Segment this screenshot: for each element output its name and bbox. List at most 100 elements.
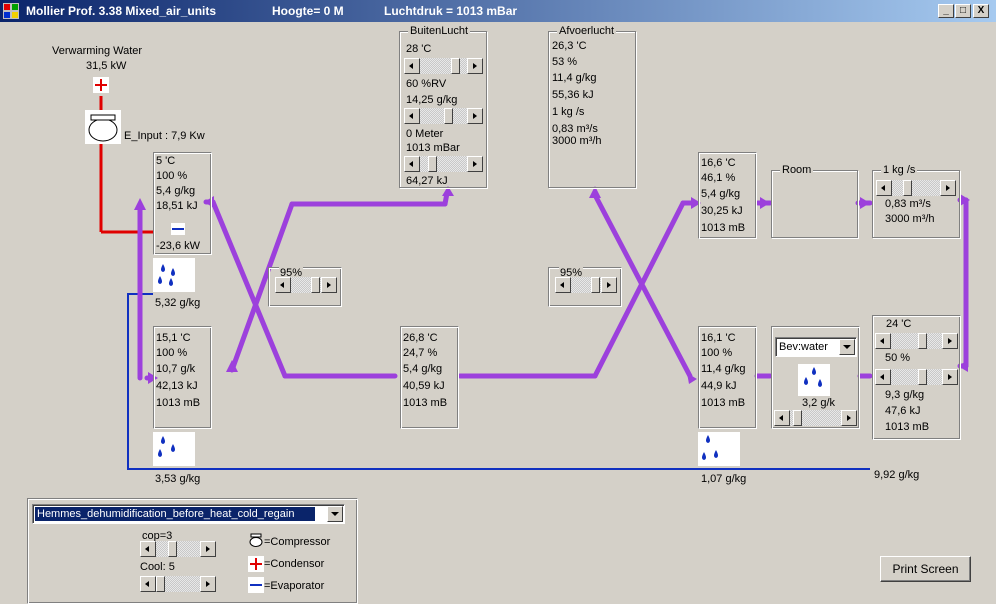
- hrx-right-slider[interactable]: [555, 277, 617, 293]
- cooler-temp: 5 'C: [156, 155, 176, 167]
- flow-slider[interactable]: [876, 180, 956, 196]
- flow-m3s: 0,83 m³/s: [885, 198, 931, 210]
- exhaust-x: 11,4 g/kg: [552, 72, 597, 84]
- scenario-select-value: Hemmes_dehumidification_before_heat_cold…: [35, 507, 315, 521]
- mid-h: 40,59 kJ: [403, 380, 445, 392]
- outside-pressure: 1013 mBar: [406, 142, 460, 154]
- hrx-left-box: 95%: [268, 267, 342, 307]
- scenario-select[interactable]: Hemmes_dehumidification_before_heat_cold…: [32, 504, 345, 524]
- exhaust-flow-kg: 1 kg /s: [552, 106, 585, 118]
- cool-label: Cool: 5: [140, 561, 175, 573]
- exhaust-hx-temp: 16,1 'C: [701, 332, 736, 344]
- mid-rh: 24,7 %: [403, 347, 438, 359]
- exhaust-hx-rh: 100 %: [701, 347, 733, 359]
- water-lines: [127, 293, 870, 470]
- exhaust-hx-box: 16,1 'C 100 % 11,4 g/kg 44,9 kJ 1013 mB: [698, 326, 757, 429]
- humidifier-select[interactable]: Bev:water: [775, 337, 857, 357]
- heating-title: Verwarming Water: [52, 45, 143, 57]
- outside-rh: 60 %RV: [406, 78, 447, 90]
- water-drops-icon: [153, 258, 195, 292]
- condensor-icon: [248, 556, 264, 572]
- exhaust-air-legend: Afvoerlucht: [557, 25, 617, 37]
- legend-compressor: =Compressor: [264, 536, 331, 548]
- cooler-rh: 100 %: [156, 170, 188, 182]
- supply-air-box: 16,6 'C 46,1 % 5,4 g/kg 30,25 kJ 1013 mB: [698, 152, 757, 239]
- legend-evaporator: =Evaporator: [264, 580, 325, 592]
- mid-temp: 26,8 'C: [403, 332, 438, 344]
- legend-condensor: =Condensor: [264, 558, 325, 570]
- room-group: Room: [771, 164, 858, 238]
- exhaust-flow-m3s: 0,83 m³/s: [552, 123, 598, 135]
- dehum-h: 42,13 kJ: [156, 380, 198, 392]
- outside-rh-slider[interactable]: [404, 108, 483, 124]
- heating-power: 31,5 kW: [86, 60, 127, 72]
- humidifier-slider[interactable]: [774, 410, 857, 426]
- exhaust-hx-condensate: 1,07 g/kg: [701, 473, 747, 485]
- exhaust-rh: 53 %: [552, 56, 578, 68]
- flow-kg-legend: 1 kg /s: [881, 164, 918, 176]
- outside-air-legend: BuitenLucht: [408, 25, 471, 37]
- outside-pressure-slider[interactable]: [404, 156, 483, 172]
- room-rh: 50 %: [885, 352, 911, 364]
- supply-p: 1013 mB: [701, 222, 746, 234]
- water-drops-icon: [698, 432, 740, 466]
- outside-temp-slider[interactable]: [404, 58, 483, 74]
- flow-group: 1 kg /s 0,83 m³/s 3000 m³/h: [872, 164, 960, 238]
- dehumidified-box: 15,1 'C 100 % 10,7 g/k 42,13 kJ 1013 mB: [153, 326, 212, 429]
- condensor-icon: [93, 77, 109, 93]
- dehum-condensate: 3,53 g/kg: [155, 473, 201, 485]
- exhaust-hx-x: 11,4 g/kg: [701, 363, 746, 375]
- supply-h: 30,25 kJ: [701, 205, 743, 217]
- cooler-condensate: 5,32 g/kg: [155, 297, 201, 309]
- room-temp: 24 'C: [885, 318, 913, 330]
- exhaust-h: 55,36 kJ: [552, 89, 594, 101]
- evaporator-icon: [248, 577, 264, 593]
- room-x: 9,3 g/kg: [885, 389, 925, 401]
- humidifier-box: Bev:water 3,2 g/k: [771, 326, 860, 429]
- total-condensate: 9,92 g/kg: [874, 469, 920, 481]
- supply-rh: 46,1 %: [701, 172, 736, 184]
- flow-m3h: 3000 m³/h: [885, 213, 935, 225]
- room-out-box: 24 'C 50 % 9,3 g/kg 47,6 kJ 1013 mB: [872, 315, 961, 440]
- exhaust-flow-m3h: 3000 m³/h: [552, 135, 602, 147]
- compressor-icon: [249, 533, 263, 547]
- supply-x: 5,4 g/kg: [701, 188, 741, 200]
- e-input-label: E_Input : 7,9 Kw: [124, 130, 205, 142]
- outside-height: 0 Meter: [406, 128, 444, 140]
- outside-temp: 28 'C: [406, 43, 432, 55]
- outside-x: 14,25 g/kg: [406, 94, 458, 106]
- hrx-left-slider[interactable]: [275, 277, 337, 293]
- room-legend: Room: [780, 164, 814, 176]
- supply-temp: 16,6 'C: [701, 157, 736, 169]
- cooler-h: 18,51 kJ: [156, 200, 198, 212]
- cop-slider[interactable]: [140, 541, 216, 557]
- cooler-power: -23,6 kW: [156, 240, 201, 252]
- dehum-rh: 100 %: [156, 347, 188, 359]
- humidifier-select-value: Bev:water: [779, 341, 828, 353]
- mid-p: 1013 mB: [403, 397, 448, 409]
- water-drops-icon: [153, 432, 195, 466]
- exhaust-hx-h: 44,9 kJ: [701, 380, 737, 392]
- room-h: 47,6 kJ: [885, 405, 921, 417]
- room-p: 1013 mB: [885, 421, 930, 433]
- print-screen-button[interactable]: Print Screen: [880, 556, 971, 582]
- room-temp-slider[interactable]: [875, 333, 958, 349]
- dehum-p: 1013 mB: [156, 397, 201, 409]
- cool-slider[interactable]: [140, 576, 216, 592]
- compressor-icon: [85, 110, 121, 144]
- evaporator-icon: [171, 223, 185, 235]
- humidifier-rate: 3,2 g/k: [802, 397, 836, 409]
- cooler-x: 5,4 g/kg: [156, 185, 196, 197]
- dehum-x: 10,7 g/k: [156, 363, 196, 375]
- water-drops-icon: [798, 364, 830, 396]
- hrx-right-box: 95%: [548, 267, 622, 307]
- chevron-down-icon[interactable]: [327, 506, 343, 522]
- dehum-temp: 15,1 'C: [156, 332, 191, 344]
- room-rh-slider[interactable]: [875, 369, 958, 385]
- outside-air-group: BuitenLucht 28 'C 60 %RV 14,25 g/kg 0 Me…: [399, 25, 487, 188]
- mid-x: 5,4 g/kg: [403, 363, 443, 375]
- settings-panel: Hemmes_dehumidification_before_heat_cold…: [27, 498, 358, 604]
- cooler-box: 5 'C 100 % 5,4 g/kg 18,51 kJ -23,6 kW: [153, 152, 212, 255]
- chevron-down-icon[interactable]: [839, 339, 855, 355]
- exhaust-temp: 26,3 'C: [552, 40, 587, 52]
